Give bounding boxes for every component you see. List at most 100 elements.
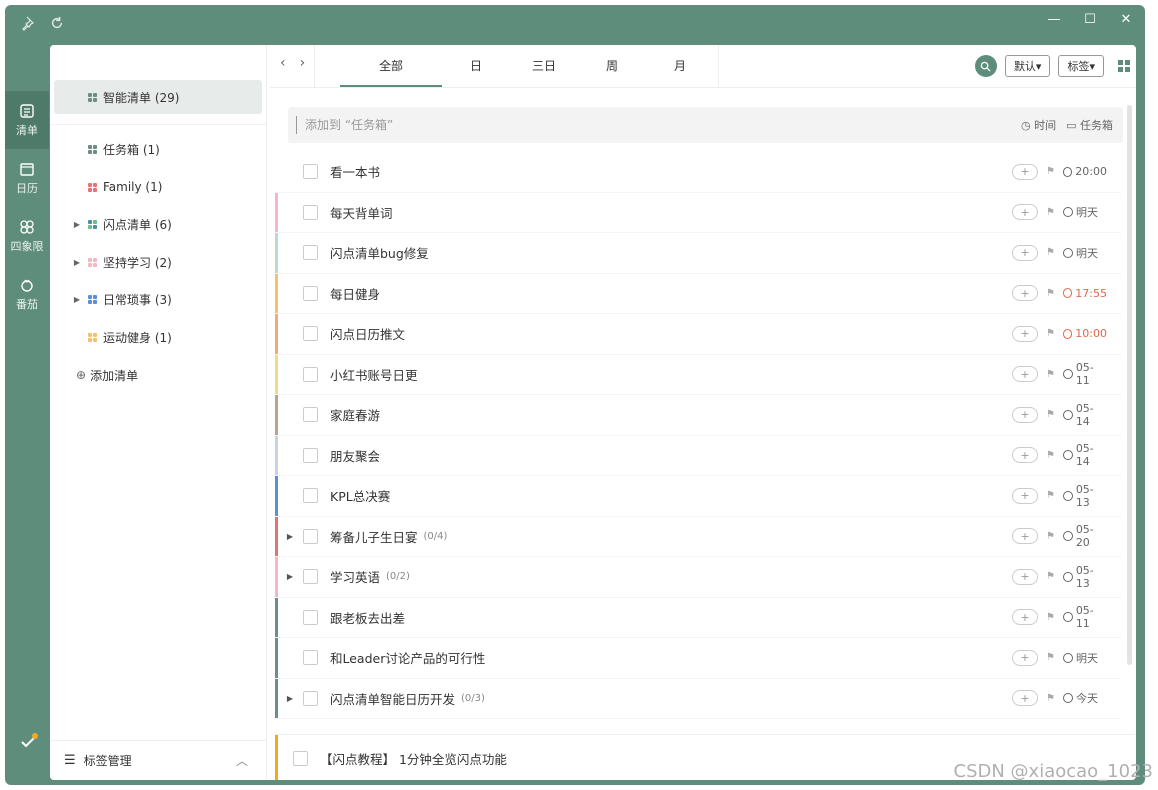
task-row[interactable]: 闪点日历推文 + ⚑ 10:00 xyxy=(275,314,1121,355)
add-subtask-button[interactable]: + xyxy=(1012,285,1039,302)
add-subtask-button[interactable]: + xyxy=(1012,649,1039,666)
due-date[interactable]: 明天 xyxy=(1063,650,1107,666)
due-date[interactable]: 05-11 xyxy=(1063,361,1107,387)
rail-item-calendar[interactable]: 日历 xyxy=(5,149,49,207)
add-subtask-button[interactable]: + xyxy=(1012,690,1039,707)
flag-icon[interactable]: ⚑ xyxy=(1046,166,1055,177)
tab-day[interactable]: 日 xyxy=(442,45,510,85)
caret-right-icon[interactable]: ▶ xyxy=(72,220,82,229)
rail-item-quadrant[interactable]: 四象限 xyxy=(5,207,49,265)
flag-icon[interactable]: ⚑ xyxy=(1046,490,1055,501)
task-row[interactable]: 闪点清单bug修复 + ⚑ 明天 xyxy=(275,233,1121,274)
tab-three-day[interactable]: 三日 xyxy=(510,45,578,85)
rail-item-tomato[interactable]: 番茄 xyxy=(5,265,49,323)
tab-month[interactable]: 月 xyxy=(646,45,714,85)
tags-filter-button[interactable]: 标签▾ xyxy=(1058,55,1104,77)
smart-list-item[interactable]: 智能清单 (29) xyxy=(54,80,262,114)
task-row[interactable]: 小红书账号日更 + ⚑ 05-11 xyxy=(275,354,1121,395)
task-checkbox[interactable] xyxy=(303,407,318,423)
task-row[interactable]: 家庭春游 + ⚑ 05-14 xyxy=(275,395,1121,436)
task-checkbox[interactable] xyxy=(303,650,318,666)
task-checkbox[interactable] xyxy=(303,366,318,382)
due-date[interactable]: 17:55 xyxy=(1063,287,1107,300)
task-checkbox[interactable] xyxy=(303,528,318,544)
close-icon[interactable]: ✕ xyxy=(1119,11,1133,27)
flag-icon[interactable]: ⚑ xyxy=(1046,693,1055,704)
add-task-input[interactable] xyxy=(296,116,1021,134)
search-button[interactable] xyxy=(974,55,997,77)
task-checkbox[interactable] xyxy=(303,204,318,220)
add-subtask-button[interactable]: + xyxy=(1012,325,1039,342)
caret-right-icon[interactable]: ▶ xyxy=(72,258,82,267)
caret-right-icon[interactable]: ▶ xyxy=(281,694,299,703)
due-date[interactable]: 05-11 xyxy=(1063,604,1107,630)
sidebar-list-item[interactable]: 运动健身 (1) xyxy=(50,319,266,357)
add-subtask-button[interactable]: + xyxy=(1012,487,1039,504)
due-date[interactable]: 05-13 xyxy=(1063,564,1107,590)
due-date[interactable]: 05-14 xyxy=(1063,402,1107,428)
maximize-icon[interactable]: ☐ xyxy=(1083,11,1097,27)
add-subtask-button[interactable]: + xyxy=(1012,528,1039,545)
chevron-up-icon[interactable]: ︿ xyxy=(236,752,248,769)
add-subtask-button[interactable]: + xyxy=(1012,163,1039,180)
caret-right-icon[interactable]: ▶ xyxy=(72,295,82,304)
flag-icon[interactable]: ⚑ xyxy=(1046,288,1055,299)
task-row[interactable]: ▶ 学习英语 (0/2) + ⚑ 05-13 xyxy=(275,557,1121,598)
box-picker[interactable]: ▭ 任务箱 xyxy=(1066,117,1113,133)
flag-icon[interactable]: ⚑ xyxy=(1046,207,1055,218)
add-subtask-button[interactable]: + xyxy=(1012,366,1039,383)
task-row[interactable]: KPL总决赛 + ⚑ 05-13 xyxy=(275,476,1121,517)
add-subtask-button[interactable]: + xyxy=(1012,568,1039,585)
add-subtask-button[interactable]: + xyxy=(1012,244,1039,261)
check-badge-icon[interactable] xyxy=(19,732,39,755)
due-date[interactable]: 05-20 xyxy=(1063,523,1107,549)
sidebar-list-item[interactable]: ▶ 闪点清单 (6) xyxy=(50,206,266,244)
add-subtask-button[interactable]: + xyxy=(1012,406,1039,423)
task-row[interactable]: 每日健身 + ⚑ 17:55 xyxy=(275,273,1121,314)
task-row[interactable]: ▶ 闪点清单智能日历开发 (0/3) + ⚑ 今天 xyxy=(275,678,1121,719)
due-date[interactable]: 05-13 xyxy=(1063,483,1107,509)
tab-week[interactable]: 周 xyxy=(578,45,646,85)
task-checkbox[interactable] xyxy=(293,750,308,766)
time-picker[interactable]: ◷ 时间 xyxy=(1021,117,1056,133)
sidebar-list-item[interactable]: ▶ 坚持学习 (2) xyxy=(50,244,266,282)
flag-icon[interactable]: ⚑ xyxy=(1046,531,1055,542)
tag-manager-bar[interactable]: ☰ 标签管理 ︿ xyxy=(50,740,266,780)
flag-icon[interactable]: ⚑ xyxy=(1046,450,1055,461)
flag-icon[interactable]: ⚑ xyxy=(1046,571,1055,582)
pin-icon[interactable] xyxy=(21,15,37,31)
chevron-right-icon[interactable]: › xyxy=(300,55,306,71)
due-date[interactable]: 明天 xyxy=(1063,204,1107,220)
task-checkbox[interactable] xyxy=(303,326,318,342)
task-row[interactable]: 跟老板去出差 + ⚑ 05-11 xyxy=(275,597,1121,638)
flag-icon[interactable]: ⚑ xyxy=(1046,652,1055,663)
refresh-icon[interactable] xyxy=(49,15,65,31)
task-checkbox[interactable] xyxy=(303,569,318,585)
task-row[interactable]: 看一本书 + ⚑ 20:00 xyxy=(275,152,1121,193)
due-date[interactable]: 今天 xyxy=(1063,690,1107,706)
task-row[interactable]: 每天背单词 + ⚑ 明天 xyxy=(275,192,1121,233)
layout-grid-icon[interactable] xyxy=(1118,60,1130,72)
flag-icon[interactable]: ⚑ xyxy=(1046,247,1055,258)
due-date[interactable]: 明天 xyxy=(1063,245,1107,261)
sidebar-list-item[interactable]: ▶ 日常琐事 (3) xyxy=(50,281,266,319)
flag-icon[interactable]: ⚑ xyxy=(1046,409,1055,420)
flag-icon[interactable]: ⚑ xyxy=(1046,612,1055,623)
task-checkbox[interactable] xyxy=(303,245,318,261)
caret-right-icon[interactable]: ▶ xyxy=(281,572,299,581)
minimize-icon[interactable]: — xyxy=(1047,11,1061,27)
sidebar-list-item[interactable]: Family (1) xyxy=(50,169,266,207)
add-list-button[interactable]: ⊕ 添加清单 xyxy=(50,356,266,394)
due-date[interactable]: 05-14 xyxy=(1063,442,1107,468)
task-row[interactable]: 和Leader讨论产品的可行性 + ⚑ 明天 xyxy=(275,638,1121,679)
add-subtask-button[interactable]: + xyxy=(1012,204,1039,221)
task-checkbox[interactable] xyxy=(303,690,318,706)
add-subtask-button[interactable]: + xyxy=(1012,609,1039,626)
flag-icon[interactable]: ⚑ xyxy=(1046,328,1055,339)
sort-default-button[interactable]: 默认▾ xyxy=(1004,55,1051,77)
scrollbar[interactable] xyxy=(1127,105,1132,665)
rail-item-list[interactable]: 清单 xyxy=(5,91,49,149)
task-checkbox[interactable] xyxy=(303,609,318,625)
add-subtask-button[interactable]: + xyxy=(1012,447,1039,464)
caret-right-icon[interactable]: ▶ xyxy=(281,532,299,541)
